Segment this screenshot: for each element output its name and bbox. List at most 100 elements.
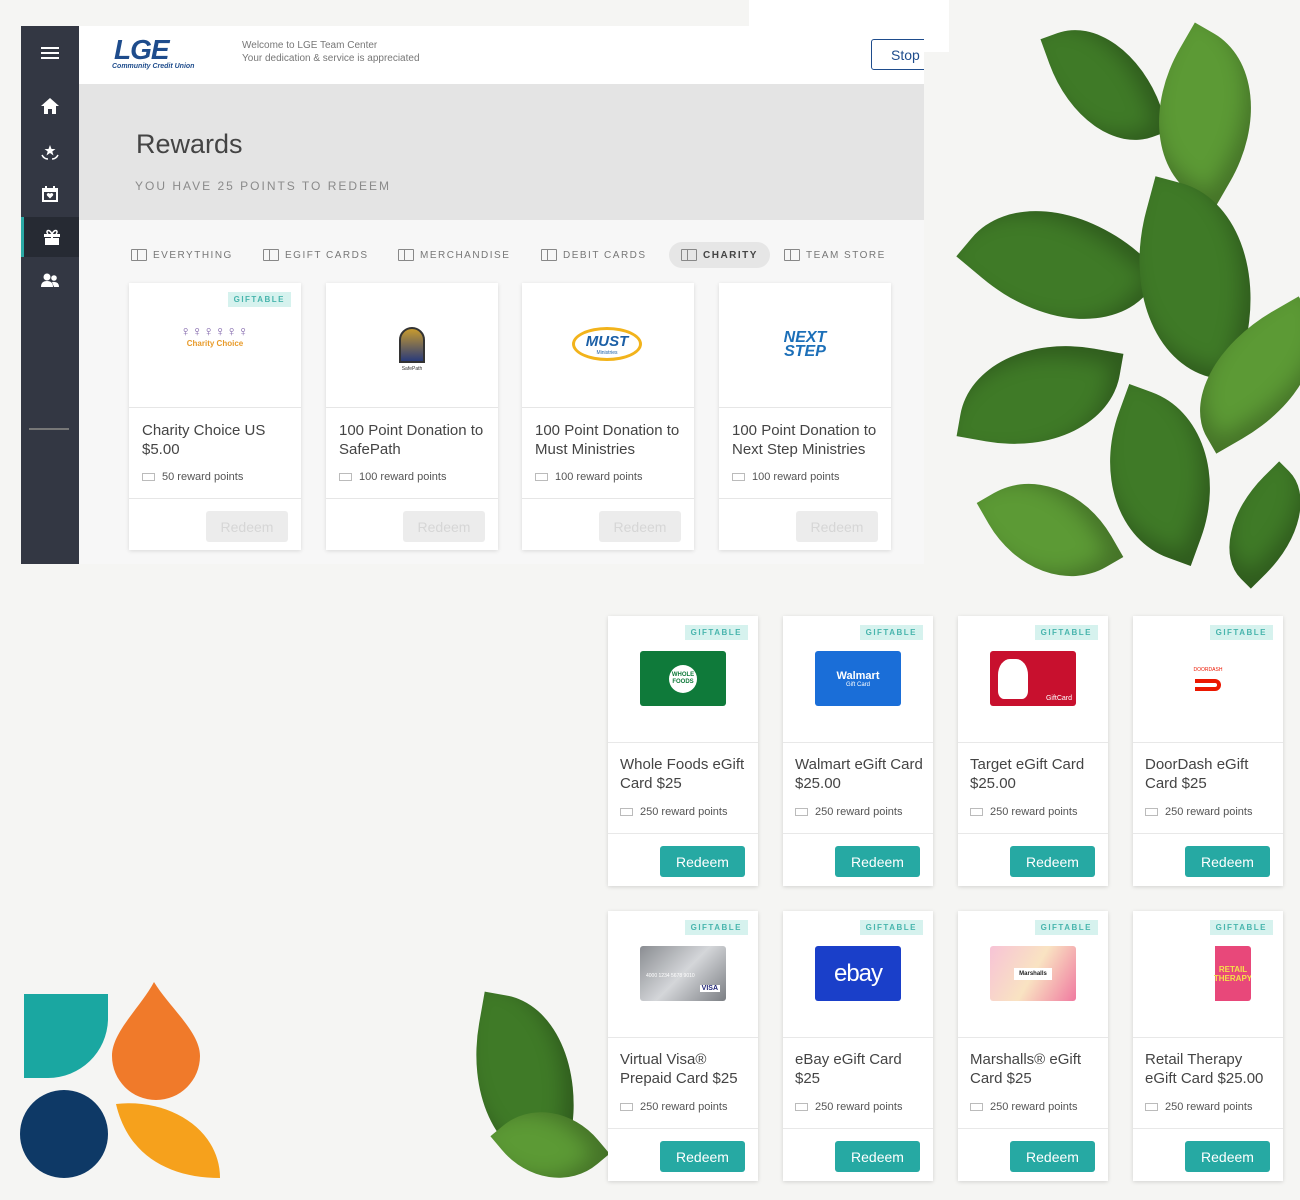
gift-card-ebay[interactable]: GIFTABLE ebay eBay eGift Card $25 250 re… [783,911,933,1181]
ribbons-icon: ♀♀♀♀♀♀ [180,323,250,339]
redeem-button-disabled[interactable]: Redeem [206,511,288,542]
sidebar [21,26,79,564]
redeem-button-disabled[interactable]: Redeem [796,511,878,542]
points-icon [732,473,745,481]
redeem-button[interactable]: Redeem [1185,846,1270,877]
gift-icon [43,229,60,245]
redeem-button[interactable]: Redeem [1185,1141,1270,1172]
sidebar-item-team[interactable] [21,260,79,300]
tab-egift-cards[interactable]: EGIFT CARDS [251,242,381,268]
reward-image: GIFTABLE RETAIL THERAPY [1133,911,1283,1038]
rewards-app-window: LGE Community Credit Union Welcome to LG… [21,26,924,564]
tab-team-store[interactable]: TEAM STORE [772,242,898,268]
points-icon [1145,808,1158,816]
award-stars-icon [41,145,59,160]
points-icon [620,1103,633,1111]
redeem-button[interactable]: Redeem [660,846,745,877]
redeem-button[interactable]: Redeem [835,846,920,877]
card-logo-text: VISA [699,985,720,992]
calendar-heart-icon [42,186,58,202]
tab-merchandise[interactable]: MERCHANDISE [386,242,522,268]
points-text: 250 reward points [1165,1101,1253,1113]
lge-logo[interactable]: LGE Community Credit Union [112,34,224,72]
sidebar-item-recognition[interactable] [21,131,79,171]
giftable-badge: GIFTABLE [227,292,291,307]
must-ministries-logo: MUST Ministries [572,327,642,361]
gift-card-target[interactable]: GIFTABLE GiftCard Target eGift Card $25.… [958,616,1108,886]
tab-debit-cards[interactable]: DEBIT CARDS [529,242,659,268]
reward-name: Whole Foods eGift Card $25 [620,756,745,792]
menu-button[interactable] [21,33,79,73]
redeem-button[interactable]: Redeem [660,1141,745,1172]
points-text: 100 reward points [555,471,643,483]
tab-label: MERCHANDISE [420,249,511,261]
gift-card-icon [263,249,279,261]
tab-label: EVERYTHING [153,249,233,261]
gift-card-retail-therapy[interactable]: GIFTABLE RETAIL THERAPY Retail Therapy e… [1133,911,1283,1181]
gift-card-marshalls[interactable]: GIFTABLE Marshalls Marshalls® eGift Card… [958,911,1108,1181]
card-footer: Redeem [958,1128,1108,1181]
card-logo-text: DOORDASH [1193,666,1223,673]
tab-charity[interactable]: CHARITY [669,242,770,268]
card-footer: Redeem [719,498,891,550]
reward-card-must-ministries[interactable]: MUST Ministries 100 Point Donation to Mu… [522,283,694,550]
sidebar-item-rewards[interactable] [21,217,79,257]
card-logo-text: GiftCard [1045,695,1072,702]
sidebar-item-calendar[interactable] [21,174,79,214]
logo-text: MUST [585,332,629,350]
reward-card-next-step[interactable]: NEXT STEP 100 Point Donation to Next Ste… [719,283,891,550]
giftable-badge: GIFTABLE [1209,920,1273,935]
card-footer: Redeem [783,833,933,886]
card-footer: Redeem [129,498,301,550]
target-dog-icon [998,659,1028,699]
reward-image: GIFTABLE 4000 1234 5678 9010 VISA [608,911,758,1038]
sidebar-item-home[interactable] [21,86,79,126]
reward-card-charity-choice[interactable]: GIFTABLE ♀♀♀♀♀♀ Charity Choice Charity C… [129,283,301,550]
reward-points: 250 reward points [970,806,1077,818]
welcome-message: Welcome to LGE Team Center Your dedicati… [242,39,420,65]
card-footer: Redeem [783,1128,933,1181]
reward-points: 50 reward points [142,471,243,483]
reward-name: 100 Point Donation to Must Ministries [535,422,680,458]
giftable-badge: GIFTABLE [684,920,748,935]
reward-points: 100 reward points [339,471,446,483]
card-footer: Redeem [1133,833,1283,886]
visa-card-art: 4000 1234 5678 9010 VISA [640,946,726,1001]
reward-points: 100 reward points [732,471,839,483]
redeem-button[interactable]: Redeem [1010,1141,1095,1172]
sidebar-divider [29,428,69,430]
reward-name: 100 Point Donation to Next Step Ministri… [732,422,877,458]
gift-card-icon [681,249,697,261]
points-text: 250 reward points [990,806,1078,818]
doordash-card-art: DOORDASH [1165,651,1251,706]
reward-points: 250 reward points [795,806,902,818]
points-icon [339,473,352,481]
points-text: 250 reward points [815,806,903,818]
reward-points: 250 reward points [970,1101,1077,1113]
stop-button[interactable]: Stop [871,39,924,70]
gift-card-whole-foods[interactable]: GIFTABLE WHOLE FOODS Whole Foods eGift C… [608,616,758,886]
reward-points: 250 reward points [620,1101,727,1113]
card-footer: Redeem [958,833,1108,886]
points-icon [795,808,808,816]
card-logo-text: WHOLE FOODS [669,664,697,693]
reward-image: GIFTABLE DOORDASH [1133,616,1283,743]
redeem-button-disabled[interactable]: Redeem [403,511,485,542]
card-logo-text: Walmart [836,669,880,682]
safepath-logo [399,327,425,363]
giftable-badge: GIFTABLE [859,625,923,640]
ebay-card-art: ebay [815,946,901,1001]
points-icon [970,808,983,816]
redeem-button[interactable]: Redeem [1010,846,1095,877]
reward-points: 250 reward points [1145,806,1252,818]
gift-card-virtual-visa[interactable]: GIFTABLE 4000 1234 5678 9010 VISA Virtua… [608,911,758,1181]
redeem-button[interactable]: Redeem [835,1141,920,1172]
gift-card-doordash[interactable]: GIFTABLE DOORDASH DoorDash eGift Card $2… [1133,616,1283,886]
tab-everything[interactable]: EVERYTHING [119,242,245,268]
gift-card-walmart[interactable]: GIFTABLE Walmart Gift Card Walmart eGift… [783,616,933,886]
redeem-button-disabled[interactable]: Redeem [599,511,681,542]
home-icon [41,98,59,114]
reward-card-safepath[interactable]: SafePath 100 Point Donation to SafePath … [326,283,498,550]
reward-image: GIFTABLE Marshalls [958,911,1108,1038]
reward-points: 250 reward points [795,1101,902,1113]
